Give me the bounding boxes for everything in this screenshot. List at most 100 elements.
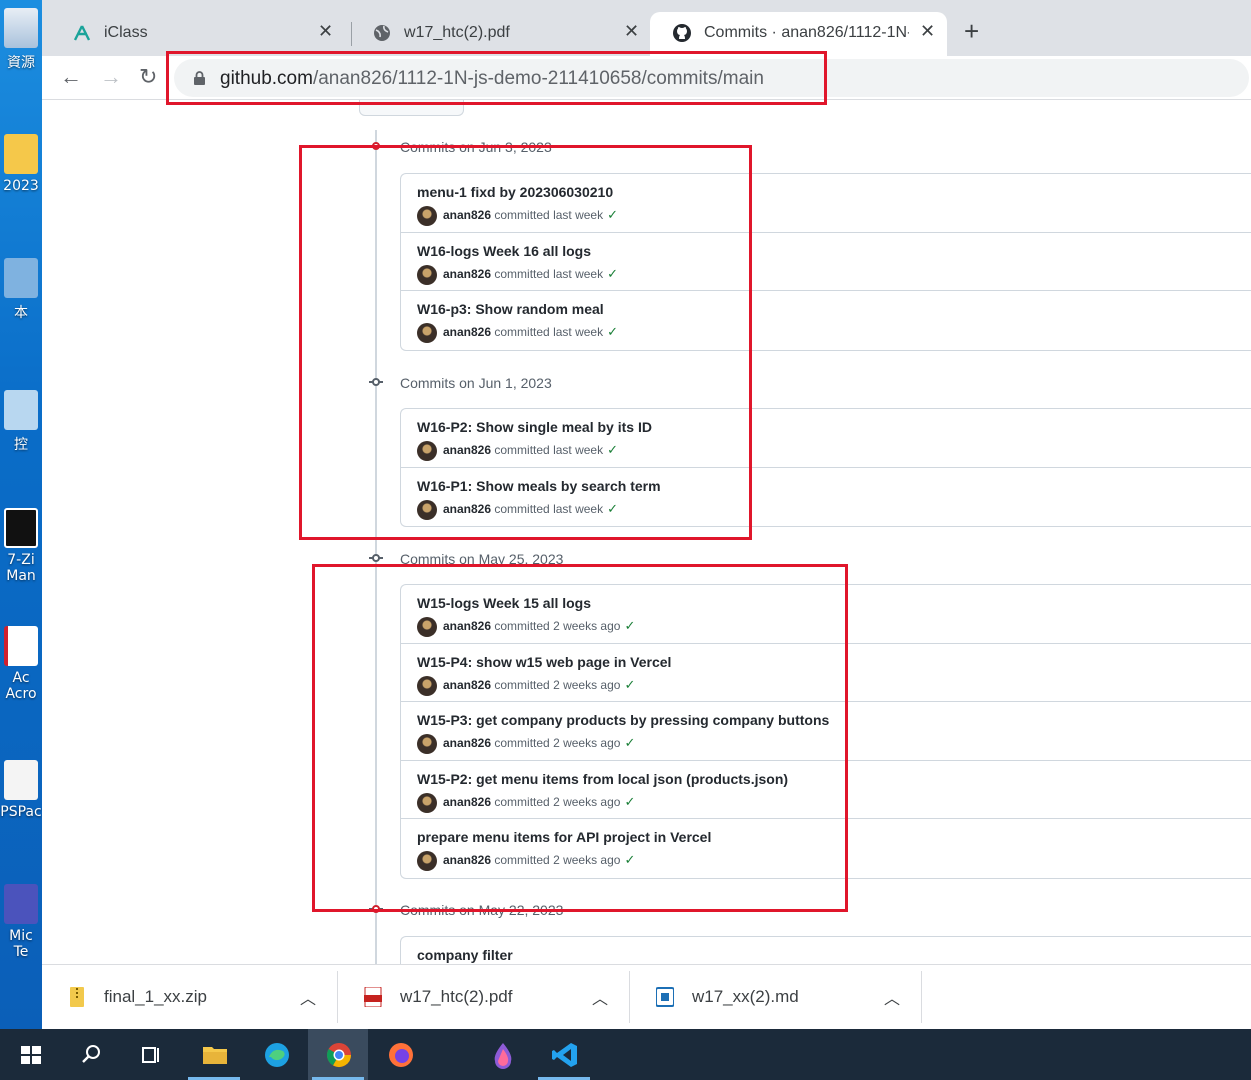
check-icon[interactable]: ✓: [624, 735, 635, 750]
commit-message[interactable]: W16-P1: Show meals by search term: [417, 478, 661, 494]
taskbar-vscode[interactable]: [534, 1029, 594, 1080]
check-icon[interactable]: ✓: [624, 794, 635, 809]
branch-select-button[interactable]: [359, 100, 464, 116]
tab-pdf[interactable]: w17_htc(2).pdf ✕: [350, 12, 645, 56]
commit-row[interactable]: W15-P2: get menu items from local json (…: [401, 761, 1251, 819]
commit-author[interactable]: anan826: [443, 267, 491, 281]
download-item[interactable]: w17_htc(2).pdf ︿: [338, 965, 628, 1030]
search-button[interactable]: [60, 1029, 120, 1080]
close-tab-icon[interactable]: ✕: [624, 21, 639, 42]
commit-message[interactable]: prepare menu items for API project in Ve…: [417, 829, 711, 845]
commit-verb: committed: [494, 443, 550, 458]
commit-time: 2 weeks ago: [553, 853, 621, 868]
taskbar-chrome[interactable]: [308, 1029, 368, 1080]
commit-author[interactable]: anan826: [443, 853, 491, 867]
avatar[interactable]: [417, 499, 437, 520]
avatar[interactable]: [417, 264, 437, 285]
desktop-icon-control-panel[interactable]: 控: [0, 390, 42, 454]
close-tab-icon[interactable]: ✕: [920, 21, 935, 42]
avatar[interactable]: [417, 617, 437, 637]
commit-message[interactable]: W15-P2: get menu items from local json (…: [417, 771, 788, 787]
check-icon[interactable]: ✓: [624, 677, 635, 692]
avatar[interactable]: [417, 206, 437, 226]
avatar[interactable]: [417, 792, 437, 813]
commit-row[interactable]: menu-1 fixd by 202306030210 anan826 comm…: [401, 174, 1251, 233]
commit-meta: anan826 committed 2 weeks ago ✓: [417, 734, 635, 754]
commit-author[interactable]: anan826: [443, 208, 491, 222]
commit-message[interactable]: W16-logs Week 16 all logs: [417, 243, 591, 259]
new-tab-button[interactable]: +: [964, 16, 979, 47]
reload-icon[interactable]: ↻: [139, 64, 157, 90]
desktop-icon-recycle-bin[interactable]: 資源: [0, 8, 42, 72]
check-icon[interactable]: ✓: [607, 266, 618, 281]
start-button[interactable]: [0, 1029, 60, 1080]
taskbar-paint[interactable]: [472, 1029, 532, 1080]
commit-row[interactable]: W15-P3: get company products by pressing…: [401, 702, 1251, 761]
commit-row[interactable]: W15-logs Week 15 all logs anan826 commit…: [401, 585, 1251, 644]
chevron-up-icon[interactable]: ︿: [592, 985, 608, 1009]
commit-row[interactable]: W16-P2: Show single meal by its ID anan8…: [401, 409, 1251, 468]
taskbar-edge[interactable]: [246, 1029, 306, 1080]
firefox-icon: [389, 1043, 413, 1067]
check-icon[interactable]: ✓: [607, 442, 618, 457]
avatar[interactable]: [417, 851, 437, 871]
commit-row[interactable]: W16-logs Week 16 all logs anan826 commit…: [401, 233, 1251, 291]
check-icon[interactable]: ✓: [607, 324, 618, 339]
taskbar-file-explorer[interactable]: [184, 1029, 244, 1080]
commit-row[interactable]: W15-P4: show w15 web page in Vercel anan…: [401, 644, 1251, 702]
commit-author[interactable]: anan826: [443, 619, 491, 633]
taskbar-firefox[interactable]: [370, 1029, 430, 1080]
address-bar[interactable]: github.com/anan826/1112-1N-js-demo-21141…: [174, 59, 1249, 97]
tab-iclass[interactable]: iClass ✕: [50, 12, 345, 56]
download-item[interactable]: w17_xx(2).md ︿: [630, 965, 920, 1030]
commit-author[interactable]: anan826: [443, 678, 491, 692]
chevron-up-icon[interactable]: ︿: [300, 985, 316, 1009]
avatar[interactable]: [417, 441, 437, 461]
commit-message[interactable]: W16-p3: Show random meal: [417, 301, 604, 317]
commit-message[interactable]: company filter: [417, 947, 513, 963]
commit-message[interactable]: menu-1 fixd by 202306030210: [417, 184, 613, 200]
commit-row[interactable]: W16-p3: Show random meal anan826 committ…: [401, 291, 1251, 350]
check-icon[interactable]: ✓: [607, 501, 618, 516]
commit-message[interactable]: W15-P4: show w15 web page in Vercel: [417, 654, 671, 670]
desktop-icon-folder[interactable]: 2023: [0, 134, 42, 194]
commit-time: last week: [553, 501, 604, 516]
back-icon[interactable]: ←: [60, 64, 82, 90]
commit-row[interactable]: prepare menu items for API project in Ve…: [401, 819, 1251, 878]
commit-message[interactable]: W15-logs Week 15 all logs: [417, 595, 591, 611]
avatar[interactable]: [417, 675, 437, 696]
desktop-icon-7zip[interactable]: 7-Zi Man: [0, 508, 42, 584]
paint-drop-icon: [494, 1043, 512, 1069]
check-icon[interactable]: ✓: [624, 852, 635, 867]
commit-row[interactable]: company filter: [401, 937, 1251, 964]
commit-verb: committed: [494, 677, 550, 692]
check-icon[interactable]: ✓: [624, 618, 635, 633]
commit-author[interactable]: anan826: [443, 736, 491, 750]
avatar[interactable]: [417, 734, 437, 754]
desktop-icon-acrobat[interactable]: Ac Acro: [0, 626, 42, 702]
avatar[interactable]: [417, 323, 437, 343]
desktop-icon-label: 2023: [3, 178, 39, 194]
forward-icon[interactable]: →: [100, 64, 122, 90]
tab-title: w17_htc(2).pdf: [404, 24, 510, 41]
desktop-icon-computer[interactable]: 本: [0, 258, 42, 322]
commit-message[interactable]: W16-P2: Show single meal by its ID: [417, 419, 652, 435]
download-item[interactable]: final_1_xx.zip ︿: [42, 965, 336, 1030]
desktop-icon-teams[interactable]: Mic Te: [0, 884, 42, 960]
commit-message[interactable]: W15-P3: get company products by pressing…: [417, 712, 829, 728]
commit-author[interactable]: anan826: [443, 795, 491, 809]
task-view-button[interactable]: [120, 1029, 180, 1080]
chevron-up-icon[interactable]: ︿: [884, 985, 900, 1009]
commit-row[interactable]: W16-P1: Show meals by search term anan82…: [401, 468, 1251, 527]
commit-list: menu-1 fixd by 202306030210 anan826 comm…: [400, 173, 1251, 351]
download-filename: w17_htc(2).pdf: [400, 987, 513, 1006]
commit-author[interactable]: anan826: [443, 325, 491, 339]
close-tab-icon[interactable]: ✕: [318, 21, 333, 42]
commit-author[interactable]: anan826: [443, 502, 491, 516]
tab-github-commits[interactable]: Commits · anan826/1112-1N-js ✕: [650, 12, 947, 56]
commit-author[interactable]: anan826: [443, 443, 491, 457]
control-panel-icon: [4, 390, 38, 430]
desktop-icon-pspad[interactable]: PSPac: [0, 760, 42, 820]
check-icon[interactable]: ✓: [607, 207, 618, 222]
lock-icon: [194, 71, 205, 85]
